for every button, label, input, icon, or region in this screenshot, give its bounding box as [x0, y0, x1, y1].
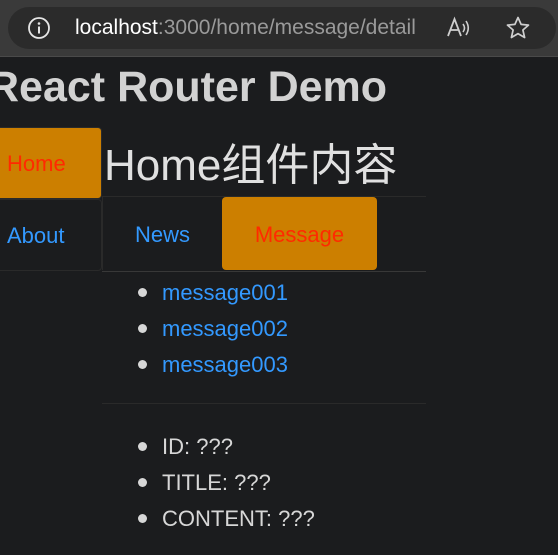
- browser-toolbar: localhost:3000/home/message/detail: [0, 0, 558, 57]
- star-icon[interactable]: [505, 15, 531, 41]
- home-content-title: Home组件内容: [104, 141, 398, 190]
- message-link-001[interactable]: message001: [162, 280, 288, 305]
- nav-link-home[interactable]: Home: [0, 127, 102, 199]
- divider: [102, 403, 426, 404]
- tab-message[interactable]: Message: [222, 197, 377, 270]
- side-nav: Home About: [0, 127, 102, 271]
- address-bar[interactable]: localhost:3000/home/message/detail: [8, 7, 556, 49]
- list-item: message002: [138, 311, 288, 347]
- detail-content: CONTENT: ???: [138, 501, 315, 537]
- url-path: :3000/home/message/detail: [157, 16, 416, 39]
- tab-news[interactable]: News: [102, 197, 222, 270]
- detail-title: TITLE: ???: [138, 465, 315, 501]
- page-content: React Router Demo Home About Home组件内容 Ne…: [0, 57, 558, 555]
- app-title: React Router Demo: [0, 63, 388, 111]
- url-host: localhost: [75, 16, 158, 39]
- list-item: message001: [138, 275, 288, 311]
- info-icon[interactable]: [27, 16, 51, 40]
- detail-id: ID: ???: [138, 429, 315, 465]
- message-list: message001 message002 message003: [103, 275, 288, 383]
- message-link-003[interactable]: message003: [162, 352, 288, 377]
- list-item: message003: [138, 347, 288, 383]
- read-aloud-icon[interactable]: [445, 15, 471, 41]
- url-text[interactable]: localhost:3000/home/message/detail: [75, 7, 416, 49]
- nav-link-about[interactable]: About: [0, 199, 102, 271]
- message-detail: ID: ??? TITLE: ??? CONTENT: ???: [103, 429, 315, 537]
- message-link-002[interactable]: message002: [162, 316, 288, 341]
- home-tabs: News Message: [102, 196, 426, 272]
